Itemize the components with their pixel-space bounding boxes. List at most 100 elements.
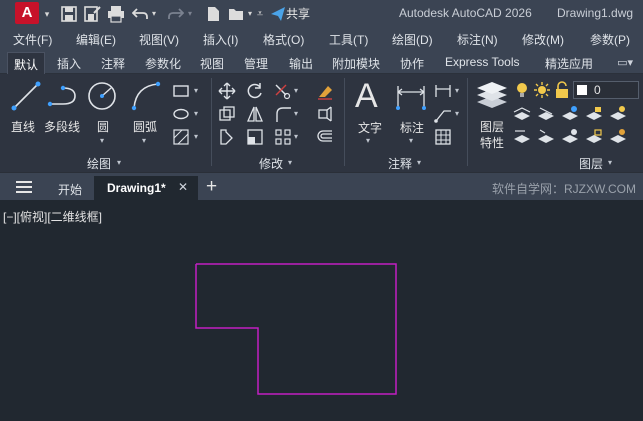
text-dropdown-icon[interactable]: ▾ (366, 136, 370, 145)
menu-insert[interactable]: 插入(I) (203, 31, 238, 48)
linear-dimension-dropdown-icon[interactable]: ▾ (455, 86, 459, 95)
menu-format[interactable]: 格式(O) (263, 31, 304, 48)
layer-off-icon[interactable] (561, 105, 579, 123)
start-tab[interactable]: 开始 (58, 181, 82, 198)
stretch-tool-icon[interactable] (218, 128, 236, 146)
move-tool-icon[interactable] (218, 82, 236, 100)
tab-annotate[interactable]: 注释 (101, 55, 125, 72)
menu-dimension[interactable]: 标注(N) (457, 31, 498, 48)
fillet-tool-icon[interactable] (274, 105, 292, 123)
layer-properties-label[interactable]: 特性 (480, 134, 504, 151)
dimension-tool-icon[interactable] (394, 82, 428, 112)
new-tab-icon[interactable]: + (206, 176, 217, 198)
arc-dropdown-icon[interactable]: ▾ (142, 136, 146, 145)
copy-tool-icon[interactable] (218, 105, 236, 123)
menu-tools[interactable]: 工具(T) (329, 31, 368, 48)
menu-parametric[interactable]: 参数(P) (590, 31, 630, 48)
text-tool-button[interactable]: 文字 (358, 119, 382, 136)
layer-properties-button[interactable]: 图层 (480, 118, 504, 135)
share-button[interactable]: 共享 (286, 5, 310, 22)
menu-draw[interactable]: 绘图(D) (392, 31, 433, 48)
layer-properties-icon[interactable] (475, 80, 509, 112)
circle-dropdown-icon[interactable]: ▾ (100, 136, 104, 145)
open-dropdown-icon[interactable]: ▾ (246, 4, 254, 24)
ellipse-tool-icon[interactable] (172, 105, 190, 123)
annotation-panel-expand-icon[interactable]: ▾ (417, 158, 421, 167)
draw-panel-expand-icon[interactable]: ▾ (117, 158, 121, 167)
layer-freeze-all-icon[interactable] (609, 105, 627, 123)
rotate-tool-icon[interactable] (246, 82, 264, 100)
redo-icon[interactable] (168, 4, 184, 24)
save-icon[interactable] (60, 4, 78, 24)
rectangle-tool-icon[interactable] (172, 82, 190, 100)
ellipse-dropdown-icon[interactable]: ▾ (194, 109, 198, 118)
tab-default[interactable]: 默认 (7, 52, 46, 74)
share-icon[interactable] (270, 4, 286, 24)
tab-output[interactable]: 输出 (289, 55, 313, 72)
tab-addins[interactable]: 附加模块 (332, 55, 380, 72)
polyline-tool-icon[interactable] (47, 84, 81, 108)
arc-tool-icon[interactable] (130, 80, 162, 112)
leader-dropdown-icon[interactable]: ▾ (455, 109, 459, 118)
text-tool-icon[interactable]: A (355, 78, 378, 114)
l-shape-polyline[interactable] (195, 263, 397, 395)
layer-isolate-icon[interactable] (513, 105, 531, 123)
annotation-panel-title[interactable]: 注释 (388, 155, 412, 172)
layer-match-icon[interactable] (513, 128, 531, 146)
line-tool-icon[interactable] (10, 80, 42, 112)
trim-tool-icon[interactable] (274, 82, 292, 100)
draw-panel-title[interactable]: 绘图 (87, 155, 111, 172)
layer-previous-icon[interactable] (537, 128, 555, 146)
drawing-tab[interactable]: Drawing1* ✕ (94, 176, 198, 201)
modify-panel-title[interactable]: 修改 (259, 155, 283, 172)
polyline-tool-button[interactable]: 多段线 (44, 118, 80, 135)
ribbon-options-icon[interactable]: ▭▾ (617, 56, 633, 69)
tab-featured-apps[interactable]: 精选应用 (545, 55, 593, 72)
drawing-canvas[interactable]: [−][俯视][二维线框] (0, 200, 643, 421)
layer-on-icon[interactable] (513, 81, 531, 99)
open-folder-icon[interactable] (228, 4, 245, 24)
tab-insert[interactable]: 插入 (57, 55, 81, 72)
new-file-icon[interactable] (205, 4, 221, 24)
layer-dropdown[interactable]: 0 (573, 81, 639, 99)
layers-panel-title[interactable]: 图层 (579, 155, 603, 172)
modify-panel-expand-icon[interactable]: ▾ (288, 158, 292, 167)
arc-tool-button[interactable]: 圆弧 (133, 118, 157, 135)
table-tool-icon[interactable] (434, 128, 452, 146)
trim-dropdown-icon[interactable]: ▾ (294, 86, 298, 95)
hatch-dropdown-icon[interactable]: ▾ (194, 132, 198, 141)
erase-tool-icon[interactable] (316, 82, 334, 100)
layer-lock-icon[interactable] (553, 81, 571, 99)
tab-manage[interactable]: 管理 (244, 55, 268, 72)
menu-modify[interactable]: 修改(M) (522, 31, 564, 48)
layer-freeze-icon[interactable] (533, 81, 551, 99)
tab-view[interactable]: 视图 (200, 55, 224, 72)
layer-unisolate-icon[interactable] (537, 105, 555, 123)
linear-dimension-icon[interactable] (434, 82, 452, 100)
circle-tool-button[interactable]: 圆 (97, 118, 109, 135)
undo-icon[interactable] (132, 4, 148, 24)
offset-tool-icon[interactable] (316, 128, 334, 146)
leader-tool-icon[interactable] (434, 105, 452, 123)
array-tool-icon[interactable] (274, 128, 292, 146)
scale-tool-icon[interactable] (246, 128, 264, 146)
app-menu-chevron-icon[interactable]: ▾ (42, 4, 52, 24)
undo-dropdown-icon[interactable]: ▾ (150, 4, 158, 24)
menu-file[interactable]: 文件(F) (13, 31, 52, 48)
menu-edit[interactable]: 编辑(E) (76, 31, 116, 48)
close-tab-icon[interactable]: ✕ (178, 180, 188, 194)
hamburger-menu-icon[interactable] (16, 181, 32, 193)
mirror-tool-icon[interactable] (246, 105, 264, 123)
menu-view[interactable]: 视图(V) (139, 31, 179, 48)
customize-qat-icon[interactable]: ⩡ (255, 4, 265, 24)
circle-tool-icon[interactable] (86, 80, 118, 112)
layers-panel-expand-icon[interactable]: ▾ (608, 158, 612, 167)
fillet-dropdown-icon[interactable]: ▾ (294, 109, 298, 118)
layer-lock-all-icon[interactable] (585, 105, 603, 123)
app-logo[interactable]: A (15, 2, 39, 24)
tab-express-tools[interactable]: Express Tools (445, 55, 519, 69)
print-icon[interactable] (107, 4, 125, 24)
save-as-icon[interactable] (83, 4, 101, 24)
tab-parametric[interactable]: 参数化 (145, 55, 181, 72)
layer-thaw-icon[interactable] (609, 128, 627, 146)
